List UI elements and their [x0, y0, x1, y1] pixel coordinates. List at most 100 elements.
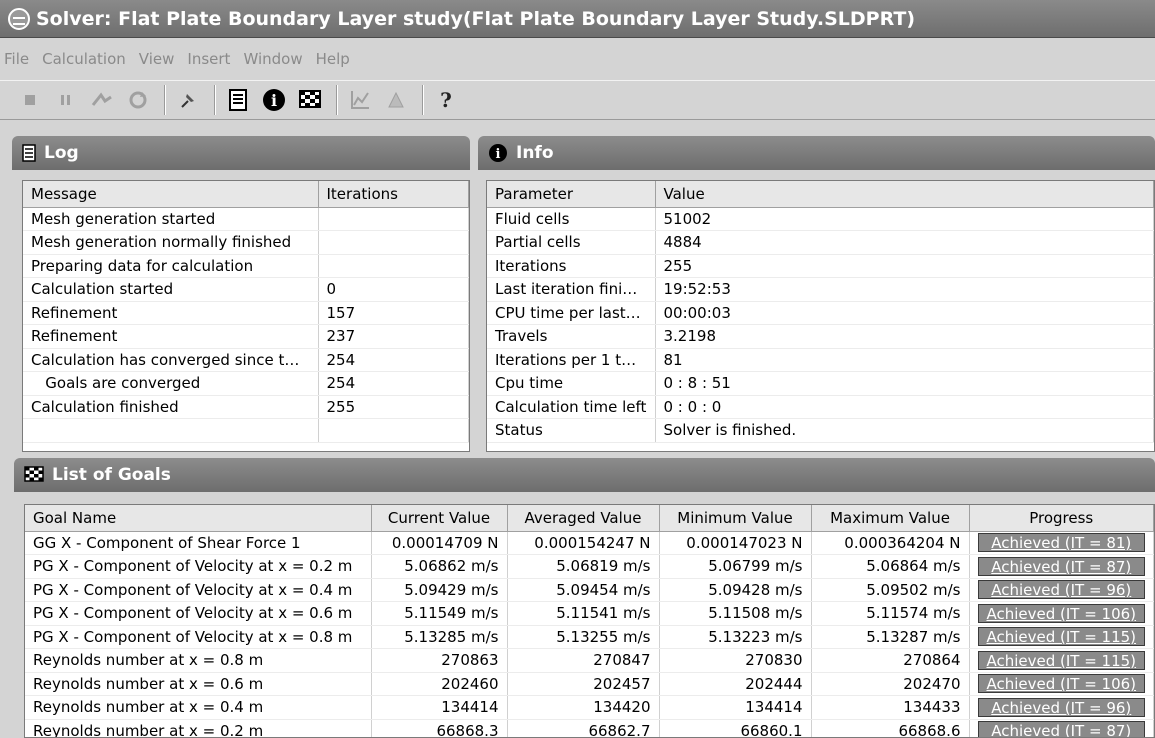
info-row[interactable]: Calculation time left 0 : 0 : 0: [487, 395, 1154, 419]
info-row[interactable]: Status Solver is finished.: [487, 418, 1154, 443]
info-col-value[interactable]: Value: [655, 181, 1154, 208]
log-row[interactable]: Calculation has converged since t… 254: [23, 348, 469, 372]
log-col-message[interactable]: Message: [23, 181, 319, 208]
log-row[interactable]: Calculation started 0: [23, 277, 469, 302]
log-col-iterations[interactable]: Iterations: [318, 181, 469, 208]
goals-cell-maximum: 5.09502 m/s: [811, 578, 970, 602]
log-row[interactable]: Goals are converged 254: [23, 371, 469, 396]
log-row[interactable]: Mesh generation started: [23, 207, 469, 231]
menu-window[interactable]: Window: [243, 50, 302, 68]
goal-progress-bar: Achieved (IT = 106): [977, 674, 1145, 694]
info-cell-value: 51002: [655, 207, 1154, 231]
log-row[interactable]: Preparing data for calculation: [23, 254, 469, 278]
info-row[interactable]: Travels 3.2198: [487, 324, 1154, 349]
help-icon[interactable]: ?: [430, 84, 462, 116]
log-cell-iterations: 254: [318, 371, 469, 396]
goals-panel-header: List of Goals: [14, 458, 1155, 492]
toolbar-separator: [336, 85, 338, 115]
goals-cell-maximum: 270864: [811, 648, 970, 673]
goals-row[interactable]: Reynolds number at x = 0.4 m 134414 134420…: [25, 695, 1154, 720]
goals-row[interactable]: PG X - Component of Velocity at x = 0.8 …: [25, 625, 1154, 649]
info-row[interactable]: Cpu time 0 : 8 : 51: [487, 371, 1154, 396]
log-cell-iterations: [318, 230, 469, 255]
info-col-parameter[interactable]: Parameter: [487, 181, 656, 208]
log-cell-iterations: 254: [318, 348, 469, 372]
goals-col-maximum[interactable]: Maximum Value: [811, 505, 970, 532]
pin-icon[interactable]: [172, 84, 204, 116]
goals-cell-progress: Achieved (IT = 115): [969, 648, 1154, 673]
menu-view[interactable]: View: [139, 50, 175, 68]
log-row[interactable]: Calculation finished 255: [23, 395, 469, 419]
info-row[interactable]: Fluid cells 51002: [487, 207, 1154, 231]
pause-icon[interactable]: [50, 84, 82, 116]
goals-cell-minimum: 66860.1: [659, 719, 812, 737]
goals-cell-name: Reynolds number at x = 0.4 m: [25, 695, 372, 720]
goals-cell-averaged: 134420: [507, 695, 660, 720]
goals-cell-progress: Achieved (IT = 106): [969, 672, 1154, 696]
goals-icon[interactable]: [294, 84, 326, 116]
goals-row[interactable]: PG X - Component of Velocity at x = 0.2 …: [25, 554, 1154, 579]
goals-cell-current: 66868.3: [371, 719, 508, 737]
info-cell-value: 0 : 0 : 0: [655, 395, 1154, 419]
svg-text:i: i: [271, 91, 277, 110]
menu-help[interactable]: Help: [316, 50, 350, 68]
log-cell-message: Mesh generation normally finished: [23, 230, 319, 255]
goals-cell-name: GG X - Component of Shear Force 1: [25, 531, 372, 555]
goals-cell-progress: Achieved (IT = 81): [969, 531, 1154, 555]
menu-insert[interactable]: Insert: [187, 50, 230, 68]
goals-cell-averaged: 0.000154247 N: [507, 531, 660, 555]
menu-file[interactable]: File: [4, 50, 29, 68]
goal-progress-bar: Achieved (IT = 87): [977, 556, 1145, 576]
step-icon[interactable]: [86, 84, 118, 116]
preview-icon[interactable]: [380, 84, 412, 116]
goals-col-name[interactable]: Goal Name: [25, 505, 372, 532]
info-cell-value: 3.2198: [655, 324, 1154, 349]
goals-row[interactable]: Reynolds number at x = 0.8 m 270863 270847…: [25, 648, 1154, 673]
goals-col-current[interactable]: Current Value: [371, 505, 508, 532]
svg-text:?: ?: [440, 88, 452, 112]
menu-calculation[interactable]: Calculation: [42, 50, 126, 68]
log-cell-message: Goals are converged: [23, 371, 319, 396]
log-cell-message: Preparing data for calculation: [23, 254, 319, 278]
log-cell-iterations: 237: [318, 324, 469, 349]
goals-row[interactable]: PG X - Component of Velocity at x = 0.6 …: [25, 601, 1154, 626]
log-row[interactable]: Mesh generation normally finished: [23, 230, 469, 255]
goals-grid: Goal Name Current Value Averaged Value M…: [24, 504, 1155, 738]
refresh-icon[interactable]: [122, 84, 154, 116]
log-empty-cell: [318, 418, 469, 443]
info-cell-parameter: Fluid cells: [487, 207, 656, 231]
plot-icon[interactable]: [344, 84, 376, 116]
info-panel-title: Info: [516, 143, 554, 163]
goal-progress-bar: Achieved (IT = 81): [977, 533, 1145, 553]
info-row[interactable]: CPU time per last… 00:00:03: [487, 301, 1154, 325]
info-row[interactable]: Iterations 255: [487, 254, 1154, 278]
info-cell-parameter: Status: [487, 418, 656, 443]
info-icon[interactable]: i: [258, 84, 290, 116]
goals-col-averaged[interactable]: Averaged Value: [507, 505, 660, 532]
goals-cell-name: PG X - Component of Velocity at x = 0.6 …: [25, 601, 372, 626]
goals-col-progress[interactable]: Progress: [969, 505, 1154, 532]
goals-row[interactable]: Reynolds number at x = 0.6 m 202460 202457…: [25, 672, 1154, 696]
info-row[interactable]: Last iteration fini… 19:52:53: [487, 277, 1154, 302]
goals-cell-current: 5.09429 m/s: [371, 578, 508, 602]
goals-row[interactable]: Reynolds number at x = 0.2 m 66868.3 66862…: [25, 719, 1154, 737]
log-row[interactable]: Refinement 157: [23, 301, 469, 325]
goals-row[interactable]: GG X - Component of Shear Force 1 0.00014…: [25, 531, 1154, 555]
log-empty-row: [23, 418, 469, 443]
goals-col-minimum[interactable]: Minimum Value: [659, 505, 812, 532]
info-row[interactable]: Iterations per 1 t… 81: [487, 348, 1154, 372]
goals-cell-progress: Achieved (IT = 96): [969, 578, 1154, 602]
goals-cell-name: PG X - Component of Velocity at x = 0.4 …: [25, 578, 372, 602]
info-cell-parameter: CPU time per last…: [487, 301, 656, 325]
log-cell-message: Refinement: [23, 324, 319, 349]
toolbar-separator: [164, 85, 166, 115]
info-grid: Parameter Value Fluid cells 51002 Partial …: [486, 180, 1155, 452]
log-row[interactable]: Refinement 237: [23, 324, 469, 349]
stop-icon[interactable]: [14, 84, 46, 116]
goals-cell-averaged: 202457: [507, 672, 660, 696]
log-cell-message: Calculation finished: [23, 395, 319, 419]
goals-row[interactable]: PG X - Component of Velocity at x = 0.4 …: [25, 578, 1154, 602]
info-row[interactable]: Partial cells 4884: [487, 230, 1154, 255]
log-icon[interactable]: [222, 84, 254, 116]
goals-cell-maximum: 5.06864 m/s: [811, 554, 970, 579]
